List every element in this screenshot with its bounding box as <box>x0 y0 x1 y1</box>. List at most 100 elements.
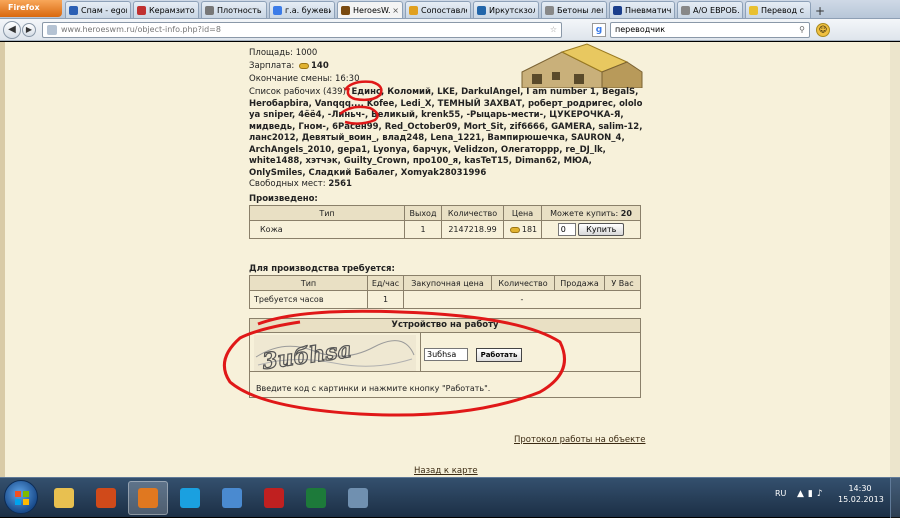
taskbar-excel-button[interactable] <box>296 481 336 515</box>
bookmark-star-icon[interactable]: ☆ <box>550 25 557 34</box>
tab-favicon-icon <box>205 5 214 15</box>
produced-table: Тип Выход Количество Цена Можете купить:… <box>249 205 641 239</box>
firefox-menu-button[interactable]: Firefox <box>0 0 62 17</box>
addon-face-icon[interactable]: ☺ <box>816 22 830 37</box>
workers-list: Список рабочих (439): Единс, Коломий, LK… <box>249 87 644 191</box>
tab-label: Сопоставле... <box>421 5 467 15</box>
taskbar-window-button[interactable] <box>338 481 378 515</box>
col-req-yours: У Вас <box>604 275 641 291</box>
required-quantity: - <box>403 290 641 309</box>
clock[interactable]: 14:30 15.02.2013 <box>838 483 884 505</box>
clock-time: 14:30 <box>848 484 872 493</box>
tab-label: HeroesW... <box>353 5 390 15</box>
tab-close-icon[interactable]: × <box>392 6 399 15</box>
google-search-engine-icon[interactable]: g <box>592 22 606 37</box>
browser-tab[interactable]: А/О ЕВРОБ... <box>677 1 743 18</box>
produced-price: 181 <box>521 225 538 234</box>
back-button[interactable]: ◀ <box>3 20 21 39</box>
browser-tab[interactable]: Пневматич... <box>609 1 675 18</box>
tab-favicon-icon <box>613 5 622 15</box>
search-input[interactable]: переводчик ⚲ <box>610 21 810 38</box>
taskbar-tool-button[interactable] <box>212 481 252 515</box>
browser-tab[interactable]: Керамзито... <box>133 1 199 18</box>
col-req-purchase: Закупочная цена <box>403 275 492 291</box>
taskbar-pdf-button[interactable] <box>254 481 294 515</box>
area-text: Площадь: 1000 <box>249 48 318 58</box>
navigation-bar: ◀ ▶ www.heroeswm.ru/object-info.php?id=8… <box>0 19 900 41</box>
browser-tab[interactable]: Перевод с а... <box>745 1 811 18</box>
hire-divider <box>420 333 421 371</box>
produced-header-row: Тип Выход Количество Цена Можете купить:… <box>249 205 641 221</box>
col-can-buy: Можете купить: 20 <box>541 205 641 221</box>
hire-panel: Устройство на работу 3uбhsa Работать Вве… <box>249 318 641 398</box>
salary-label: Зарплата: <box>249 61 295 71</box>
salary-value: 140 <box>310 61 329 71</box>
tab-label: Керамзито... <box>149 5 195 15</box>
hire-hint: Введите код с картинки и нажмите кнопку … <box>256 384 491 393</box>
tab-label: Спам - egor... <box>81 5 127 15</box>
tab-favicon-icon <box>273 5 282 15</box>
tab-label: Плотность ... <box>217 5 263 15</box>
system-tray-icons[interactable]: ▲▮♪ <box>797 489 827 499</box>
buy-quantity-input[interactable] <box>557 223 576 236</box>
required-per-hour: 1 <box>367 290 404 309</box>
workers-names[interactable]: Единс, Коломий, LKE, DarkulAngel, I am n… <box>249 87 642 178</box>
explorer-icon <box>54 488 74 508</box>
taskbar-skype-button[interactable] <box>170 481 210 515</box>
tab-label: Перевод с а... <box>761 5 807 15</box>
protocol-link[interactable]: Протокол работы на объекте <box>514 435 645 445</box>
browser-tab[interactable]: Спам - egor... <box>65 1 131 18</box>
browser-tab[interactable]: Сопоставле... <box>405 1 471 18</box>
browser-tab[interactable]: г.а. бужеви... <box>269 1 335 18</box>
work-button[interactable]: Работать <box>476 348 522 362</box>
col-req-quantity: Количество <box>491 275 555 291</box>
tab-favicon-icon <box>749 5 758 15</box>
taskbar-firefox-button[interactable] <box>128 481 168 515</box>
browser-tab[interactable]: HeroesW...× <box>337 1 403 18</box>
buy-button[interactable]: Купить <box>578 223 625 236</box>
free-places-value: 2561 <box>328 179 352 189</box>
back-to-map-link[interactable]: Назад к карте <box>414 466 478 476</box>
browser-tab[interactable]: Бетоны лег... <box>541 1 607 18</box>
col-type: Тип <box>249 205 405 221</box>
captcha-input[interactable] <box>424 348 468 361</box>
col-req-per-hour: Ед/час <box>367 275 404 291</box>
new-tab-button[interactable]: + <box>815 4 829 18</box>
gold-coin-icon <box>509 226 520 233</box>
hire-divider-bottom <box>250 371 640 372</box>
browser-tab[interactable]: Иркутскзол... <box>473 1 539 18</box>
required-title: Для производства требуется: <box>249 264 395 274</box>
taskbar-media-button[interactable] <box>86 481 126 515</box>
building-image <box>521 43 643 88</box>
left-border <box>0 42 5 477</box>
start-button[interactable] <box>4 480 38 514</box>
required-header-row: Тип Ед/час Закупочная цена Количество Пр… <box>249 275 641 291</box>
excel-icon <box>306 488 326 508</box>
can-buy-value: 20 <box>620 208 632 218</box>
required-type: Требуется часов <box>249 290 368 309</box>
hire-title: Устройство на работу <box>250 319 640 333</box>
tab-label: Бетоны лег... <box>557 5 603 15</box>
forward-button[interactable]: ▶ <box>22 22 36 37</box>
shift-end-text: Окончание смены: 16:30 <box>249 74 360 84</box>
scrollbar-track[interactable] <box>890 42 900 477</box>
address-bar[interactable]: www.heroeswm.ru/object-info.php?id=8 ☆ <box>42 21 562 38</box>
workers-label: Список рабочих (439): <box>249 87 349 97</box>
produced-type: Кожа <box>249 220 405 239</box>
produced-output: 1 <box>404 220 442 239</box>
gold-coin-icon <box>298 62 309 69</box>
tab-favicon-icon <box>477 5 486 15</box>
search-icon[interactable]: ⚲ <box>799 25 805 34</box>
tab-label: г.а. бужеви... <box>285 5 331 15</box>
language-indicator[interactable]: RU <box>775 489 786 498</box>
site-identity-icon[interactable] <box>47 24 57 35</box>
taskbar-explorer-button[interactable] <box>44 481 84 515</box>
show-desktop-button[interactable] <box>890 478 900 518</box>
table-row: Кожа 1 2147218.99 181 Купить <box>249 220 641 239</box>
browser-tab[interactable]: Плотность ... <box>201 1 267 18</box>
page-content: Площадь: 1000 Зарплата: 140 Окончание см… <box>0 42 900 477</box>
col-req-sale: Продажа <box>554 275 605 291</box>
buy-cell: Купить <box>541 220 641 239</box>
search-value: переводчик <box>615 25 666 34</box>
tab-label: Иркутскзол... <box>489 5 535 15</box>
